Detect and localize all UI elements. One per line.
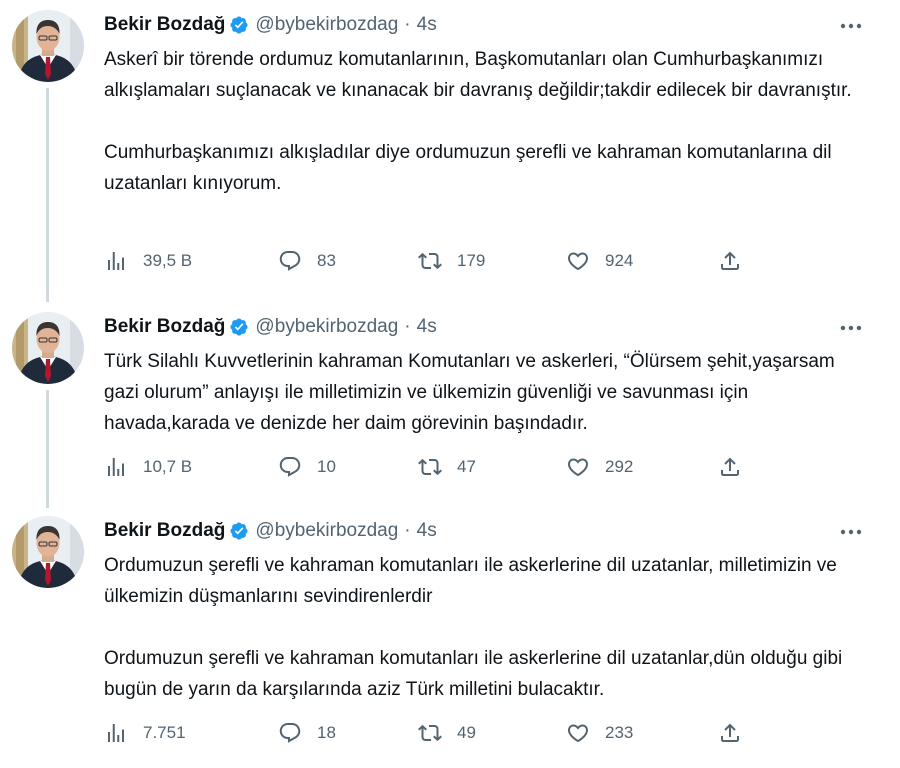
author-name[interactable]: Bekir Bozdağ [104, 315, 225, 339]
reply-button[interactable]: 18 [278, 718, 336, 748]
share-icon [718, 721, 742, 745]
retweet-icon [418, 455, 442, 479]
retweet-button[interactable]: 49 [418, 718, 476, 748]
tweet-paragraph: Türk Silahlı Kuvvetlerinin kahraman Komu… [104, 351, 835, 434]
analytics-icon [104, 249, 128, 273]
tweet-time[interactable]: 4s [417, 519, 437, 543]
tweet-paragraph: Cumhurbaşkanımızı alkışladılar diye ordu… [104, 142, 832, 194]
retweet-button[interactable]: 47 [418, 452, 476, 482]
views-count: 7.751 [143, 723, 186, 742]
heart-icon [566, 721, 590, 745]
like-button[interactable]: 292 [566, 452, 633, 482]
more-options-icon [836, 16, 866, 36]
avatar[interactable] [12, 312, 84, 384]
reply-icon [278, 455, 302, 479]
reply-icon [278, 721, 302, 745]
heart-icon [566, 455, 590, 479]
like-count: 292 [605, 457, 634, 476]
tweet-header: Bekir Bozdağ @bybekirbozdag · 4s [104, 12, 437, 38]
tweet-actions: 10,7 B 10 47 292 [104, 452, 784, 482]
views-button[interactable]: 39,5 B [104, 246, 192, 276]
author-handle[interactable]: @bybekirbozdag [255, 315, 398, 339]
tweet-header: Bekir Bozdağ @bybekirbozdag · 4s [104, 518, 437, 544]
verified-badge-icon [229, 317, 249, 337]
avatar[interactable] [12, 516, 84, 588]
retweet-icon [418, 249, 442, 273]
share-button[interactable] [718, 718, 742, 748]
tweet-paragraph: Askerî bir törende ordumuz komutanlarını… [104, 49, 852, 101]
like-button[interactable]: 924 [566, 246, 633, 276]
views-button[interactable]: 10,7 B [104, 452, 192, 482]
tweet-time[interactable]: 4s [417, 13, 437, 37]
tweet-text: Türk Silahlı Kuvvetlerinin kahraman Komu… [104, 346, 874, 439]
retweet-button[interactable]: 179 [418, 246, 485, 276]
separator-dot: · [404, 14, 411, 35]
verified-badge-icon [229, 521, 249, 541]
author-name[interactable]: Bekir Bozdağ [104, 13, 225, 37]
tweet[interactable]: Bekir Bozdağ @bybekirbozdag · 4s Ordumuz… [0, 516, 900, 756]
reply-count: 10 [317, 457, 336, 476]
reply-count: 83 [317, 251, 336, 270]
tweet-paragraph: Ordumuzun şerefli ve kahraman komutanlar… [104, 555, 837, 607]
separator-dot: · [404, 520, 411, 541]
separator-dot: · [404, 316, 411, 337]
tweet-actions: 39,5 B 83 179 924 [104, 246, 784, 276]
tweet[interactable]: Bekir Bozdağ @bybekirbozdag · 4s Askerî … [0, 10, 900, 280]
author-name[interactable]: Bekir Bozdağ [104, 519, 225, 543]
reply-count: 18 [317, 723, 336, 742]
views-count: 10,7 B [143, 457, 193, 476]
reply-button[interactable]: 83 [278, 246, 336, 276]
more-options-button[interactable] [836, 522, 866, 542]
more-options-icon [836, 522, 866, 542]
author-handle[interactable]: @bybekirbozdag [255, 13, 398, 37]
tweet-actions: 7.751 18 49 233 [104, 718, 784, 748]
tweet-text: Ordumuzun şerefli ve kahraman komutanlar… [104, 550, 874, 705]
analytics-icon [104, 721, 128, 745]
more-options-icon [836, 318, 866, 338]
share-icon [718, 455, 742, 479]
retweet-count: 179 [457, 251, 486, 270]
author-handle[interactable]: @bybekirbozdag [255, 519, 398, 543]
like-count: 233 [605, 723, 634, 742]
reply-icon [278, 249, 302, 273]
retweet-count: 47 [457, 457, 476, 476]
tweet[interactable]: Bekir Bozdağ @bybekirbozdag · 4s Türk Si… [0, 312, 900, 502]
retweet-count: 49 [457, 723, 476, 742]
more-options-button[interactable] [836, 16, 866, 36]
analytics-icon [104, 455, 128, 479]
tweet-paragraph: Ordumuzun şerefli ve kahraman komutanlar… [104, 648, 843, 700]
tweet-header: Bekir Bozdağ @bybekirbozdag · 4s [104, 314, 437, 340]
tweet-text: Askerî bir törende ordumuz komutanlarını… [104, 44, 874, 199]
like-count: 924 [605, 251, 634, 270]
like-button[interactable]: 233 [566, 718, 633, 748]
avatar[interactable] [12, 10, 84, 82]
retweet-icon [418, 721, 442, 745]
views-button[interactable]: 7.751 [104, 718, 186, 748]
more-options-button[interactable] [836, 318, 866, 338]
share-button[interactable] [718, 246, 742, 276]
heart-icon [566, 249, 590, 273]
tweet-time[interactable]: 4s [417, 315, 437, 339]
share-icon [718, 249, 742, 273]
verified-badge-icon [229, 15, 249, 35]
share-button[interactable] [718, 452, 742, 482]
views-count: 39,5 B [143, 251, 193, 270]
reply-button[interactable]: 10 [278, 452, 336, 482]
